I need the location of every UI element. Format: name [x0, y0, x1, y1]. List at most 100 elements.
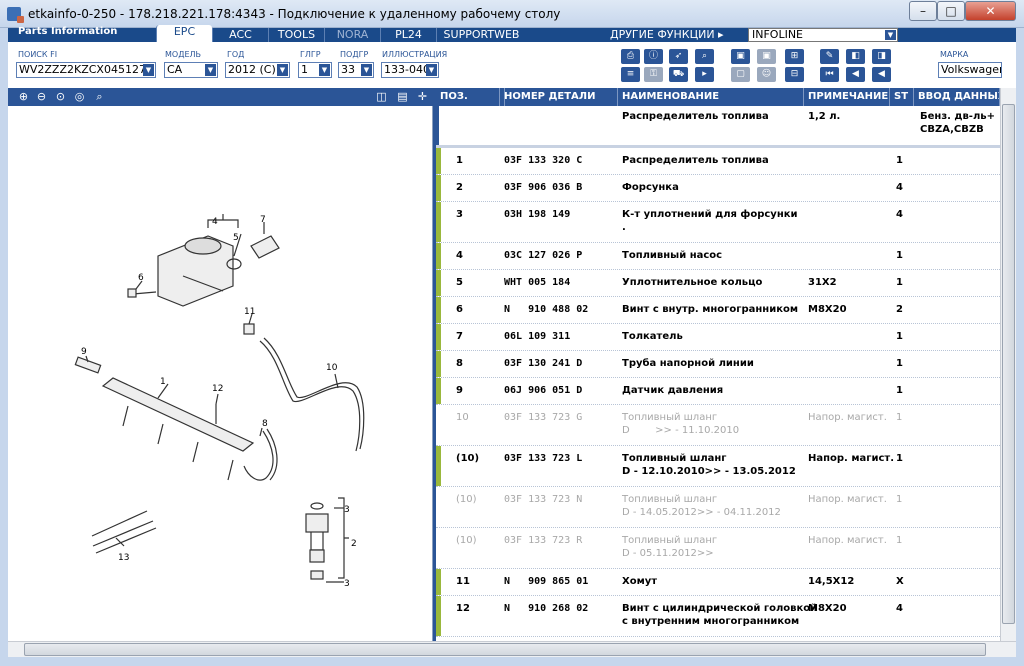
- other-functions-menu[interactable]: ДРУГИЕ ФУНКЦИИ ▸: [610, 28, 724, 42]
- row-part-number: 06J 906 051 D: [504, 385, 583, 396]
- table-row[interactable]: (10) 03F 133 723 N Топливный шланг D - 14.…: [436, 487, 1000, 528]
- pin-icon[interactable]: ✎: [820, 49, 839, 64]
- table-row[interactable]: 8 03F 130 241 D Труба напорной линии 1: [436, 351, 1000, 378]
- forward-icon[interactable]: ▸: [695, 67, 714, 82]
- tab-supportweb[interactable]: SUPPORTWEB: [436, 28, 526, 42]
- zoom-fit-icon[interactable]: ◎: [72, 90, 87, 104]
- table-row[interactable]: 5 WHT 005 184 Уплотнительное кольцо 31X2 1: [436, 270, 1000, 297]
- window-frame-bottom: [0, 657, 1024, 666]
- maximize-button[interactable]: □: [937, 1, 965, 21]
- row-marker: [436, 202, 441, 242]
- callout-2[interactable]: 2: [351, 539, 357, 549]
- callout-11[interactable]: 11: [244, 307, 255, 317]
- model-select[interactable]: CA ▼: [164, 62, 218, 78]
- row-marker: [436, 446, 441, 486]
- year-select[interactable]: 2012 (C) ▼: [225, 62, 290, 78]
- illustration-select[interactable]: 133-040 ▼: [381, 62, 439, 78]
- user-icon[interactable]: ☺: [757, 67, 776, 82]
- table-row[interactable]: (10) 03F 133 723 R Топливный шланг D - 05.…: [436, 528, 1000, 569]
- car-icon[interactable]: ➶: [669, 49, 688, 64]
- row-pos: 2: [456, 182, 463, 193]
- callout-10[interactable]: 10: [326, 363, 338, 373]
- elsa-icon[interactable]: ▣: [731, 49, 750, 64]
- callout-12[interactable]: 12: [212, 384, 223, 394]
- callout-1[interactable]: 1: [160, 377, 166, 387]
- chevron-down-icon: ▼: [885, 30, 896, 40]
- zoom-area-icon[interactable]: ⊙: [53, 90, 68, 104]
- col-st[interactable]: ST: [890, 88, 914, 106]
- callout-3b[interactable]: 3: [344, 579, 350, 589]
- info-icon[interactable]: ⓘ: [644, 49, 663, 64]
- callout-8[interactable]: 8: [262, 419, 268, 429]
- table-header-row[interactable]: Распределитель топлива 1,2 л. Бенз. дв-л…: [436, 106, 1000, 148]
- search-vin-input[interactable]: WV2ZZZ2KZCX045127 ▼: [16, 62, 156, 78]
- basket-icon[interactable]: ⊟: [785, 67, 804, 82]
- expand-icon[interactable]: ✛: [415, 90, 430, 104]
- table-row[interactable]: 1 03F 133 320 C Распределитель топлива 1: [436, 148, 1000, 175]
- col-pos[interactable]: ПОЗ.: [436, 88, 500, 106]
- main-group-label: ГЛГР: [300, 50, 321, 59]
- row-marker: [436, 569, 441, 595]
- box-icon[interactable]: ▢: [731, 67, 750, 82]
- callout-4[interactable]: 4: [212, 217, 218, 227]
- minimize-button[interactable]: –: [909, 1, 937, 21]
- subgroup-select[interactable]: 33 ▼: [338, 62, 374, 78]
- scroll-thumb[interactable]: [24, 643, 986, 656]
- row-name: Топливный шланг D - 05.11.2012>>: [622, 535, 718, 559]
- tab-nora[interactable]: NORA: [324, 28, 380, 42]
- table-row[interactable]: 3 03H 198 149 К-т уплотнений для форсунки …: [436, 202, 1000, 243]
- first-icon[interactable]: ⏮: [820, 67, 839, 82]
- list-icon[interactable]: ≡: [621, 67, 640, 82]
- row-part-number: 03F 906 036 B: [504, 182, 583, 193]
- col-part-number[interactable]: НОМЕР ДЕТАЛИ: [500, 88, 618, 106]
- main-group-select[interactable]: 1 ▼: [298, 62, 332, 78]
- cart-icon[interactable]: ⊞: [785, 49, 804, 64]
- row-pos: 7: [456, 331, 463, 342]
- col-name[interactable]: НАИМЕНОВАНИЕ: [618, 88, 804, 106]
- magnifier-icon[interactable]: ⌕: [92, 90, 107, 104]
- split-view-icon[interactable]: ◫: [374, 90, 389, 104]
- play-back-icon[interactable]: ◀: [872, 67, 891, 82]
- brand-select[interactable]: Volkswagen: [938, 62, 1002, 78]
- table-row[interactable]: (10) 03F 133 723 L Топливный шланг D - 12.…: [436, 446, 1000, 487]
- tab-epc[interactable]: EPC: [156, 25, 212, 42]
- table-row[interactable]: 12 N 910 268 02 Винт с цилиндрической голо…: [436, 596, 1000, 637]
- tab-acc[interactable]: ACC: [212, 28, 268, 42]
- table-row[interactable]: 4 03C 127 026 P Топливный насос 1: [436, 243, 1000, 270]
- table-row[interactable]: 9 06J 906 051 D Датчик давления 1: [436, 378, 1000, 405]
- dealer-icon[interactable]: ▣: [757, 49, 776, 64]
- key-icon[interactable]: ⚿: [644, 67, 663, 82]
- close-button[interactable]: ✕: [965, 1, 1016, 21]
- prev-page-icon[interactable]: ◧: [846, 49, 865, 64]
- table-row[interactable]: 10 03F 133 723 G Топливный шланг D >> - 11…: [436, 405, 1000, 446]
- callout-6[interactable]: 6: [138, 273, 144, 283]
- horizontal-scrollbar[interactable]: [8, 641, 1016, 657]
- callout-5[interactable]: 5: [233, 233, 239, 243]
- callout-9[interactable]: 9: [81, 347, 87, 357]
- zoom-out-icon[interactable]: ⊖: [34, 90, 49, 104]
- vehicle-icon[interactable]: ⛟: [669, 67, 688, 82]
- back-icon[interactable]: ◀: [846, 67, 865, 82]
- callout-7[interactable]: 7: [260, 215, 266, 225]
- scroll-thumb[interactable]: [1002, 104, 1015, 624]
- single-view-icon[interactable]: ▤: [395, 90, 410, 104]
- row-name: Топливный шланг D >> - 11.10.2010: [622, 412, 740, 436]
- tab-pl24[interactable]: PL24: [380, 28, 436, 42]
- row-note: 14,5X12: [808, 576, 855, 587]
- tab-tools[interactable]: TOOLS: [268, 28, 324, 42]
- callout-3a[interactable]: 3: [344, 505, 350, 515]
- table-row[interactable]: 6 N 910 488 02 Винт с внутр. многограннико…: [436, 297, 1000, 324]
- print-icon[interactable]: ⎙: [621, 49, 640, 64]
- col-data-entry[interactable]: ВВОД ДАННЫХ: [914, 88, 1000, 106]
- callout-13[interactable]: 13: [118, 553, 129, 563]
- col-note[interactable]: ПРИМЕЧАНИЕ: [804, 88, 890, 106]
- next-page-icon[interactable]: ◨: [872, 49, 891, 64]
- table-row[interactable]: 7 06L 109 311 Толкатель 1: [436, 324, 1000, 351]
- zoom-in-icon[interactable]: ⊕: [16, 90, 31, 104]
- table-row[interactable]: 11 N 909 865 01 Хомут 14,5X12 X: [436, 569, 1000, 596]
- parts-diagram[interactable]: 1 2 3 3 4 5 6 7 8 9 10 11 12 13: [8, 106, 433, 641]
- infoline-select[interactable]: INFOLINE ▼: [748, 28, 898, 42]
- search-book-icon[interactable]: ⌕: [695, 49, 714, 64]
- vertical-scrollbar[interactable]: [1000, 88, 1016, 641]
- table-row[interactable]: 2 03F 906 036 B Форсунка 4: [436, 175, 1000, 202]
